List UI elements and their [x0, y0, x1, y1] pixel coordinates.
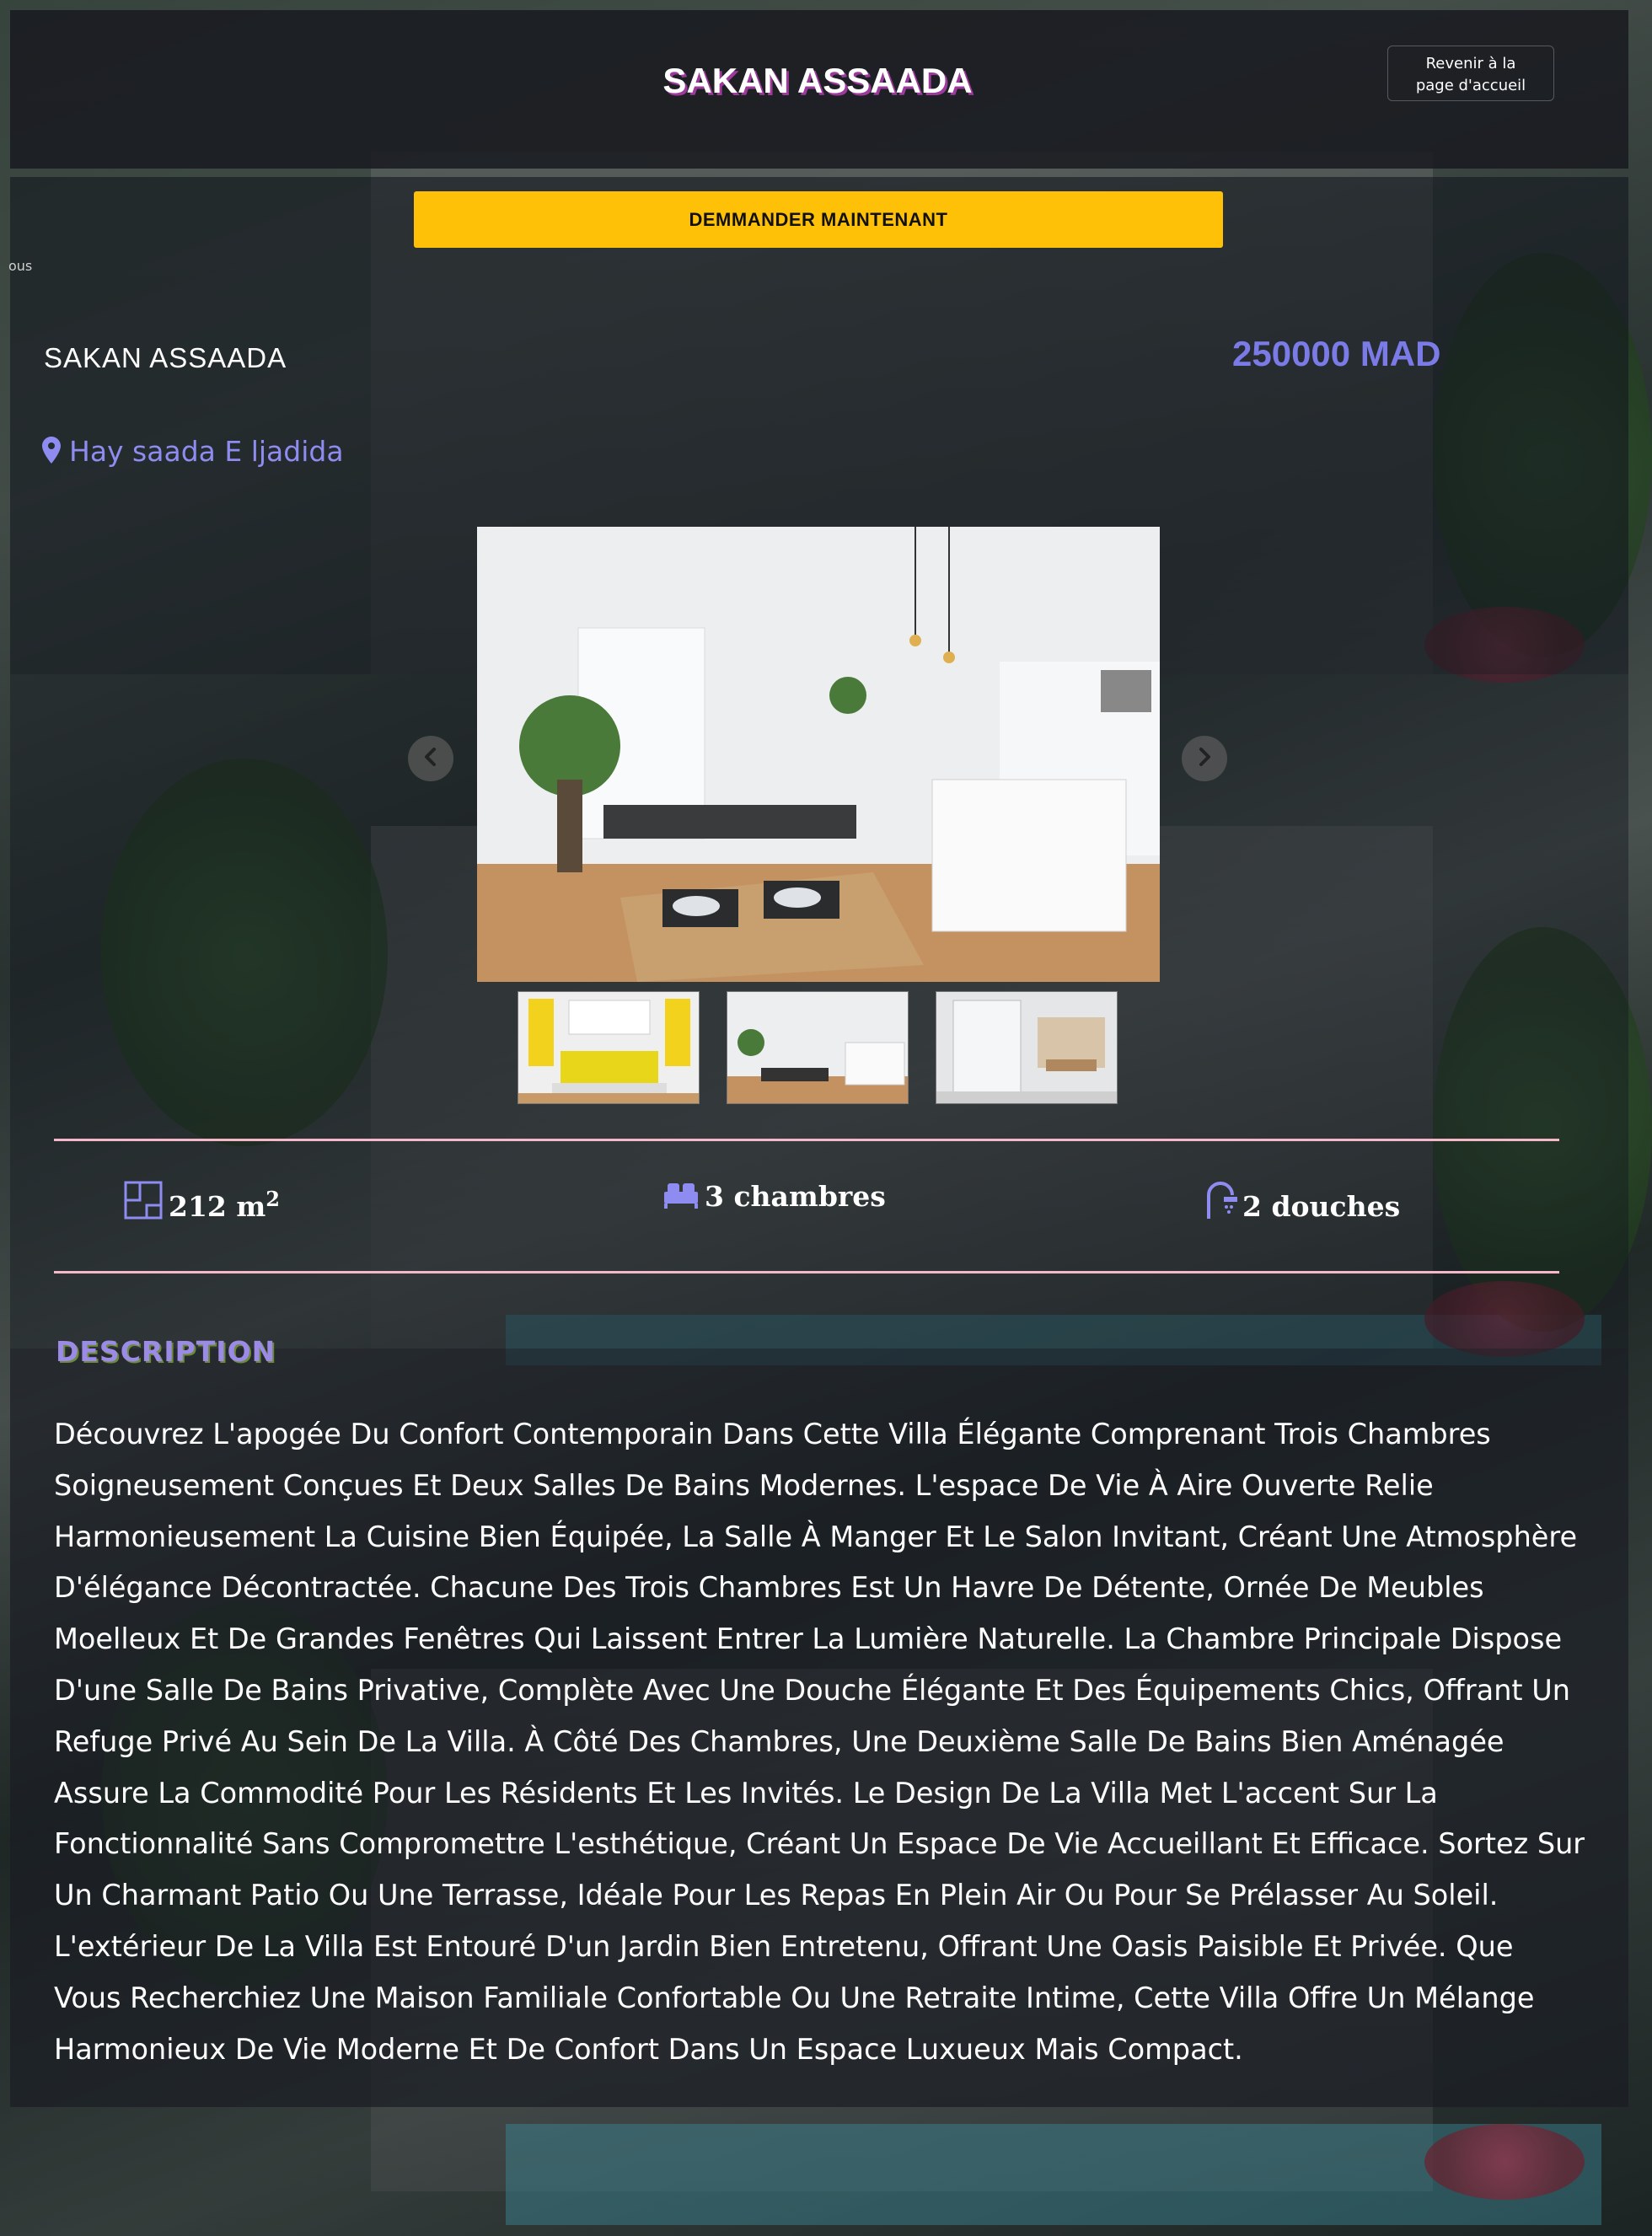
home-button[interactable]: Revenir à la page d'accueil: [1387, 46, 1554, 101]
shower-icon: [1204, 1180, 1237, 1224]
description-body: Découvrez L'apogée Du Confort Contempora…: [54, 1418, 1585, 2066]
map-pin-icon: [42, 436, 61, 467]
chevron-left-icon: [422, 747, 439, 770]
gallery-main-image[interactable]: [477, 527, 1160, 982]
floor-plan-icon: [123, 1180, 164, 1224]
feature-area: 212 m2: [123, 1180, 280, 1224]
background-flowers: [1424, 2124, 1585, 2200]
feature-showers: 2 douches: [1204, 1180, 1400, 1224]
bed-icon: [662, 1180, 700, 1214]
gallery-thumbnail[interactable]: [936, 991, 1118, 1104]
property-name: SAKAN ASSAADA: [44, 342, 287, 373]
request-now-button[interactable]: DEMMANDER MAINTENANT: [414, 191, 1223, 248]
rooms-value: 3 chambres: [705, 1180, 886, 1213]
divider: [54, 1271, 1559, 1274]
divider: [54, 1139, 1559, 1141]
gallery-thumbnail[interactable]: [727, 991, 909, 1104]
area-unit-exponent: 2: [266, 1187, 280, 1211]
feature-rooms: 3 chambres: [662, 1180, 886, 1214]
property-location: Hay saada E ljadida: [42, 435, 344, 468]
area-value: 212 m2: [169, 1187, 280, 1223]
showers-value: 2 douches: [1242, 1190, 1401, 1223]
gallery-thumbnail[interactable]: [518, 991, 700, 1104]
property-price: 250000 MAD: [1232, 334, 1441, 373]
chevron-right-icon: [1196, 747, 1213, 770]
stray-text: ous: [8, 258, 33, 274]
gallery-prev-button[interactable]: [408, 736, 453, 781]
gallery-next-button[interactable]: [1182, 736, 1227, 781]
background-pool: [506, 2124, 1601, 2225]
location-text: Hay saada E ljadida: [69, 435, 344, 468]
description-title: DESCRIPTION: [56, 1335, 276, 1368]
